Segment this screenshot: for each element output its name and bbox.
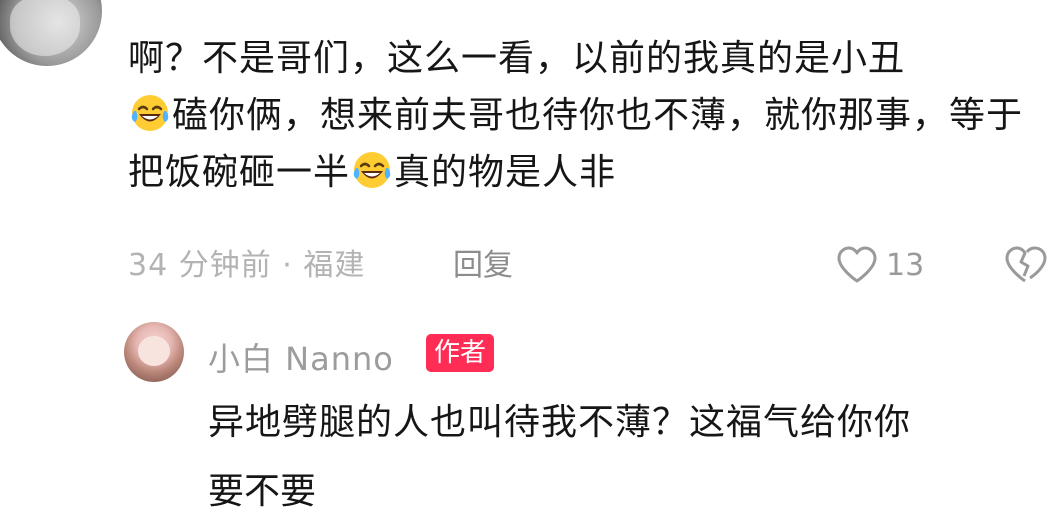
comment-text: 啊？不是哥们，这么一看，以前的我真的是小丑 磕你俩，想来前夫哥也待你也不薄，就你… [128,30,1028,201]
broken-heart-icon [1005,246,1047,283]
reply-author-avatar[interactable] [124,322,184,382]
heart-icon [837,246,877,283]
dislike-button[interactable] [1002,246,1048,288]
author-badge: 作者 [426,334,495,372]
laughing-crying-emoji-icon [131,95,169,131]
laughing-crying-emoji-icon [353,152,391,188]
reply-text-continued: 要不要 [208,471,317,512]
reply-author-name[interactable]: 小白 Nanno [208,334,394,380]
like-button[interactable]: 13 [836,246,924,284]
commenter-avatar[interactable] [0,0,102,66]
comment-meta: 34 分钟前 · 福建 [128,248,366,283]
reply-button[interactable]: 回复 [453,240,513,284]
reply-text: 异地劈腿的人也叫待我不薄？这福气给你你 [208,402,912,443]
comment-text-part-3: 真的物是人非 [394,152,617,193]
comment-text-part-1: 啊？不是哥们，这么一看，以前的我真的是小丑 [128,38,906,79]
like-count: 13 [886,247,925,283]
